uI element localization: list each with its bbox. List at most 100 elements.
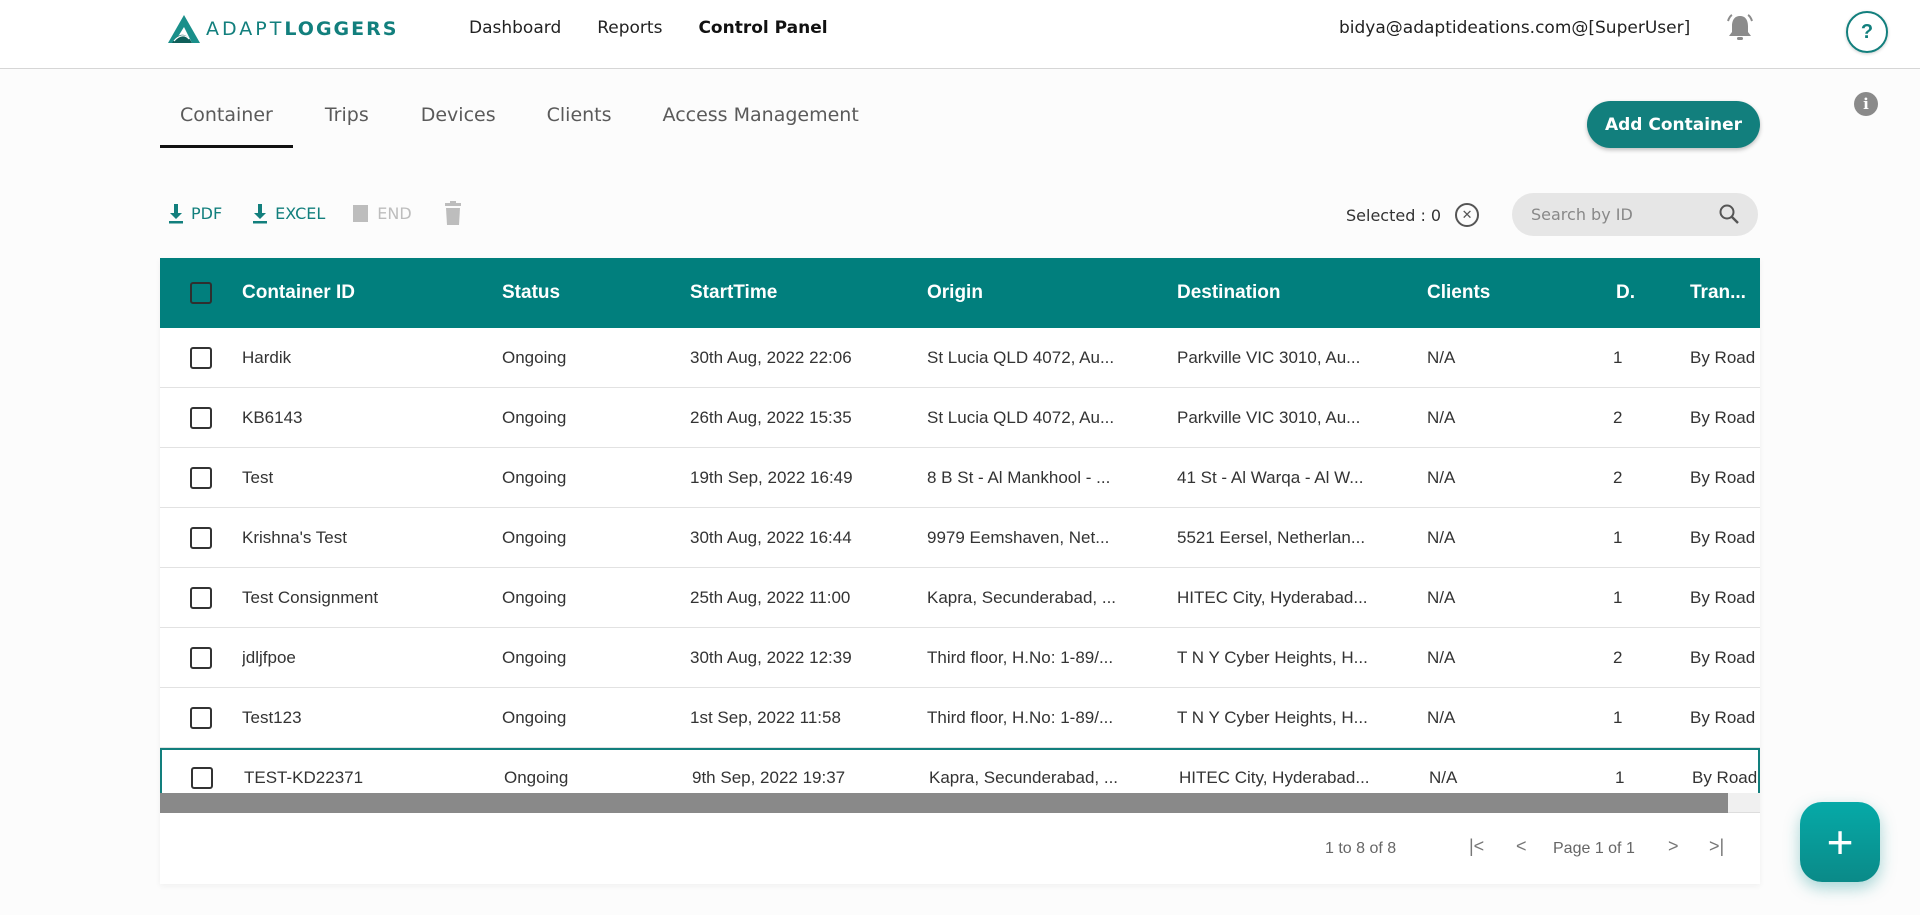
tab-trips[interactable]: Trips xyxy=(305,104,389,148)
cell-start-time: 30th Aug, 2022 22:06 xyxy=(690,348,852,367)
cell-transport: By Road xyxy=(1690,348,1756,367)
table-row[interactable]: Krishna's Test Ongoing 30th Aug, 2022 16:4… xyxy=(160,508,1760,568)
brand-name: ADAPTLOGGERS xyxy=(206,18,398,40)
table-row[interactable]: Test Ongoing 19th Sep, 2022 16:49 8 B St - … xyxy=(160,448,1760,508)
app-logo[interactable]: ADAPTLOGGERS xyxy=(166,13,398,45)
user-label[interactable]: bidya@adaptideations.com@[SuperUser] xyxy=(1339,18,1690,38)
pagination: 1 to 8 of 8 |< < Page 1 of 1 > >| xyxy=(160,814,1760,884)
col-origin[interactable]: Origin xyxy=(927,282,1127,304)
tab-clients[interactable]: Clients xyxy=(527,104,632,148)
row-checkbox[interactable] xyxy=(190,587,212,609)
cell-destination: T N Y Cyber Heights, H... xyxy=(1177,648,1368,667)
cell-clients: N/A xyxy=(1427,528,1456,547)
cell-origin: Kapra, Secunderabad, ... xyxy=(929,768,1119,787)
cell-destination: HITEC City, Hyderabad... xyxy=(1177,588,1368,607)
cell-devices: 2 xyxy=(1613,468,1623,487)
cell-start-time: 9th Sep, 2022 19:37 xyxy=(692,768,846,787)
help-button[interactable]: ? xyxy=(1846,11,1888,53)
pagination-range: 1 to 8 of 8 xyxy=(1325,840,1397,857)
cell-destination: 41 St - Al Warqa - Al W... xyxy=(1177,468,1364,487)
horizontal-scrollbar[interactable] xyxy=(160,793,1760,813)
last-page-button[interactable]: >| xyxy=(1709,836,1724,857)
cell-transport: By Road xyxy=(1690,468,1756,487)
cell-origin: St Lucia QLD 4072, Au... xyxy=(927,408,1115,427)
containers-table: Container ID Status StartTime Origin Des… xyxy=(160,258,1760,884)
row-checkbox[interactable] xyxy=(190,347,212,369)
select-all-checkbox[interactable] xyxy=(190,282,212,304)
bell-icon[interactable] xyxy=(1722,10,1758,46)
info-icon[interactable]: i xyxy=(1854,92,1878,116)
cell-container-id: Test xyxy=(242,468,274,487)
export-pdf-button[interactable]: PDF xyxy=(166,201,222,225)
cell-start-time: 19th Sep, 2022 16:49 xyxy=(690,468,853,487)
stop-icon xyxy=(353,204,369,222)
download-icon xyxy=(253,204,268,224)
cell-origin: Third floor, H.No: 1-89/... xyxy=(927,708,1114,727)
table-row[interactable]: Test123 Ongoing 1st Sep, 2022 11:58 Third f… xyxy=(160,688,1760,748)
col-status[interactable]: Status xyxy=(502,282,662,304)
table-row[interactable]: jdljfpoe Ongoing 30th Aug, 2022 12:39 Third… xyxy=(160,628,1760,688)
horizontal-scrollbar-thumb[interactable] xyxy=(160,793,1728,813)
table-row[interactable]: Hardik Ongoing 30th Aug, 2022 22:06 St Luci… xyxy=(160,328,1760,388)
tab-access-management[interactable]: Access Management xyxy=(643,104,879,148)
next-page-button[interactable]: > xyxy=(1668,836,1679,857)
pdf-label: PDF xyxy=(191,203,223,223)
cell-status: Ongoing xyxy=(502,648,567,667)
end-button[interactable]: END xyxy=(353,204,412,223)
excel-label: EXCEL xyxy=(275,203,326,223)
row-checkbox[interactable] xyxy=(191,767,213,789)
col-container-id[interactable]: Container ID xyxy=(242,282,482,304)
cell-start-time: 1st Sep, 2022 11:58 xyxy=(690,708,841,727)
add-fab-button[interactable]: + xyxy=(1800,802,1880,882)
col-destination[interactable]: Destination xyxy=(1177,282,1377,304)
nav-dashboard[interactable]: Dashboard xyxy=(469,18,561,38)
cell-status: Ongoing xyxy=(502,408,567,427)
cell-container-id: Test123 xyxy=(242,708,302,727)
col-devices[interactable]: D. xyxy=(1616,282,1636,304)
search-icon[interactable] xyxy=(1718,203,1740,225)
cell-origin: Kapra, Secunderabad, ... xyxy=(927,588,1117,607)
top-nav: Dashboard Reports Control Panel xyxy=(469,18,828,38)
add-container-button[interactable]: Add Container xyxy=(1587,101,1760,148)
selected-count: Selected : 0 ✕ xyxy=(1346,203,1480,227)
cell-start-time: 30th Aug, 2022 16:44 xyxy=(690,528,852,547)
cell-start-time: 25th Aug, 2022 11:00 xyxy=(690,588,851,607)
col-transport[interactable]: Tran... xyxy=(1690,282,1760,304)
delete-button[interactable] xyxy=(442,200,469,226)
row-checkbox[interactable] xyxy=(190,407,212,429)
download-icon xyxy=(169,204,183,224)
col-clients[interactable]: Clients xyxy=(1427,282,1527,304)
tab-devices[interactable]: Devices xyxy=(401,104,516,148)
row-checkbox[interactable] xyxy=(190,467,212,489)
cell-destination: HITEC City, Hyderabad... xyxy=(1179,768,1370,787)
prev-page-button[interactable]: < xyxy=(1516,836,1527,857)
cell-container-id: Test Consignment xyxy=(242,588,379,607)
cell-status: Ongoing xyxy=(504,768,569,787)
search-input[interactable] xyxy=(1531,205,1711,224)
nav-reports[interactable]: Reports xyxy=(597,18,662,38)
clear-selection-icon[interactable]: ✕ xyxy=(1455,203,1480,227)
cell-transport: By Road xyxy=(1690,528,1756,547)
table-row[interactable]: TEST-KD22371 Ongoing 9th Sep, 2022 19:37 Ka… xyxy=(160,748,1760,794)
cell-start-time: 26th Aug, 2022 15:35 xyxy=(690,408,852,427)
table-row[interactable]: Test Consignment Ongoing 25th Aug, 2022 11… xyxy=(160,568,1760,628)
row-checkbox[interactable] xyxy=(190,647,212,669)
cell-destination: Parkville VIC 3010, Au... xyxy=(1177,348,1361,367)
cell-status: Ongoing xyxy=(502,528,567,547)
cell-devices: 1 xyxy=(1613,528,1623,547)
table-row[interactable]: KB6143 Ongoing 26th Aug, 2022 15:35 St Luci… xyxy=(160,388,1760,448)
cell-origin: St Lucia QLD 4072, Au... xyxy=(927,348,1115,367)
col-start-time[interactable]: StartTime xyxy=(690,282,900,304)
cell-devices: 1 xyxy=(1615,768,1625,787)
tab-container[interactable]: Container xyxy=(160,104,293,148)
cell-origin: Third floor, H.No: 1-89/... xyxy=(927,648,1114,667)
row-checkbox[interactable] xyxy=(190,707,212,729)
cell-start-time: 30th Aug, 2022 12:39 xyxy=(690,648,852,667)
top-bar: ADAPTLOGGERS Dashboard Reports Control P… xyxy=(0,0,1920,69)
row-checkbox[interactable] xyxy=(190,527,212,549)
logo-mark-icon xyxy=(168,15,200,43)
nav-control-panel[interactable]: Control Panel xyxy=(698,18,827,38)
first-page-button[interactable]: |< xyxy=(1469,836,1484,857)
export-excel-button[interactable]: EXCEL xyxy=(250,201,325,225)
cell-devices: 2 xyxy=(1613,408,1623,427)
